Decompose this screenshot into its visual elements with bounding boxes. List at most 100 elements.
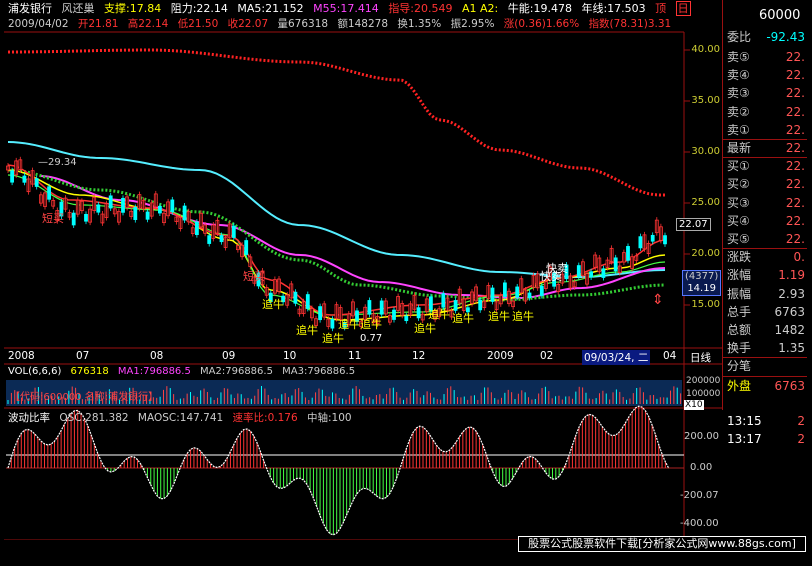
osc-header: 波动比率 OSC:281.382 MAOSC:147.741 速率比:0.176…	[8, 411, 358, 425]
signal-label: 短买	[243, 270, 265, 283]
price-tick-label: 35.00	[691, 95, 720, 106]
panel-borders	[4, 31, 722, 540]
time-axis-label: 04	[663, 350, 677, 362]
order-row: 卖④ 22.	[723, 66, 807, 84]
order-row-value: 22.	[785, 195, 805, 210]
order-row: 买② 22.	[723, 175, 807, 193]
order-row-label: 买⑤	[727, 232, 750, 246]
order-row-label: 卖③	[727, 86, 750, 101]
signal-label: 追牛	[512, 310, 534, 323]
order-row: 买③ 22.	[723, 194, 807, 212]
up-down-arrow-icon: ⇕	[652, 292, 664, 308]
signal-label: 追牛	[262, 298, 284, 311]
volume-ma1: MA1:796886.5	[117, 366, 191, 377]
ma-red-line	[7, 164, 666, 316]
order-row-label: 买②	[727, 177, 750, 192]
order-row-value: 1.35	[778, 341, 805, 356]
signal-label: 追牛	[452, 312, 474, 325]
volume-axis-mid: 100000	[686, 389, 721, 399]
price-tick-label: 20.00	[691, 248, 720, 259]
order-row: 涨跌 0.	[723, 248, 807, 266]
order-row-value: 22.	[785, 68, 805, 83]
time-axis-label: 08	[150, 350, 164, 362]
order-row: 卖① 22.	[723, 121, 807, 140]
osc-line	[7, 405, 670, 536]
order-row-value: 1.19	[778, 268, 805, 283]
code-name-line: 【代码:600000 名称:浦发银行】	[10, 392, 159, 403]
time-axis-label: 12	[412, 350, 426, 362]
price-tick-label: 30.00	[691, 146, 720, 157]
order-row-label: 总手	[727, 304, 752, 319]
order-row-label: 外盘	[727, 378, 752, 393]
order-row-value: 6763	[774, 378, 805, 393]
order-row: 总额 1482	[723, 321, 807, 339]
order-row-value: 6763	[774, 304, 805, 319]
order-row-label: 卖④	[727, 68, 750, 83]
volume-axis-top: 200000	[686, 376, 721, 386]
chart-canvas[interactable]	[0, 0, 722, 540]
order-row-value: 2.93	[778, 286, 805, 301]
order-row-label: 买④	[727, 213, 750, 228]
osc-axis-neg200: -200.07	[680, 490, 719, 501]
order-row-label: 卖②	[727, 104, 750, 119]
range-count: (4377)	[685, 271, 719, 282]
order-row: 买④ 22.	[723, 212, 807, 230]
order-row-value: 22.	[785, 50, 805, 64]
time-axis-label: 02	[540, 350, 554, 362]
order-row-value: 22.	[785, 232, 805, 246]
order-row-value: 1482	[774, 323, 805, 337]
order-row-value: 22.	[785, 177, 805, 192]
stock-code: 60000	[759, 8, 801, 23]
ma-yellow-line	[7, 169, 666, 321]
signal-label: 追牛	[488, 310, 510, 323]
osc-axis-neg400: -400.00	[680, 518, 719, 529]
price-tick-label: 25.00	[691, 197, 720, 208]
ma-year-line	[8, 48, 665, 197]
time-axis-label: 11	[348, 350, 362, 362]
range-low: 14.19	[687, 283, 716, 294]
order-row-label: 卖⑤	[727, 50, 750, 64]
price-tick-label: 40.00	[691, 44, 720, 55]
time-axis-label: 2008	[8, 350, 35, 362]
time-axis-label: 09/03/24, 二	[582, 350, 651, 365]
osc-axis-label: 中轴:100	[307, 412, 352, 424]
signal-label: 追牛	[360, 318, 382, 331]
volume-unit-button[interactable]: X10	[684, 400, 704, 410]
order-row-label: 买③	[727, 195, 750, 210]
range-tag: (4377) 14.19	[682, 270, 722, 296]
osc-title: 波动比率	[8, 412, 50, 424]
order-row-label: 涨跌	[727, 250, 752, 265]
order-row: 总手 6763	[723, 303, 807, 321]
osc-axis-200: 200.00	[684, 431, 719, 442]
order-row-value: 0.	[793, 250, 805, 265]
order-row-value: 22.	[785, 104, 805, 119]
current-price-tag: 22.07	[676, 218, 711, 231]
volume-ma3: MA3:796886.5	[282, 366, 356, 377]
low-annotation: 0.77	[360, 333, 383, 344]
order-row: 卖③ 22.	[723, 84, 807, 102]
footer-banner[interactable]: 股票公式股票软件下载[分析家公式网www.88gs.com]	[518, 536, 806, 552]
order-row-value: 22.	[785, 141, 805, 155]
price-tick-label: 15.00	[691, 299, 720, 310]
time-axis-label: 07	[76, 350, 90, 362]
signal-label: 追牛	[428, 308, 450, 321]
order-row-label: 分笔	[727, 359, 752, 374]
tick-row: 13:15 2	[727, 414, 805, 428]
order-row: 卖② 22.	[723, 103, 807, 121]
volume-header: VOL(6,6,6) 676318 MA1:796886.5 MA2:79688…	[8, 365, 361, 379]
order-row-label: 总额	[727, 323, 752, 337]
time-axis-label: 2009	[487, 350, 514, 362]
signal-label: 快卖	[540, 270, 562, 283]
volume-val: 676318	[70, 366, 109, 377]
volume-label: VOL(6,6,6)	[8, 366, 62, 377]
order-row-label: 涨幅	[727, 268, 752, 283]
candlesticks	[6, 156, 667, 332]
volume-ma2: MA2:796886.5	[200, 366, 273, 377]
time-axis-label: 09	[222, 350, 236, 362]
order-row-label: 最新	[727, 141, 752, 155]
signal-label: 追牛	[414, 322, 436, 335]
order-row: 买① 22.	[723, 157, 807, 175]
order-row-label: 买①	[727, 159, 750, 174]
order-row-value: 22.	[785, 86, 805, 101]
speed-ratio: 速率比:0.176	[232, 412, 298, 424]
